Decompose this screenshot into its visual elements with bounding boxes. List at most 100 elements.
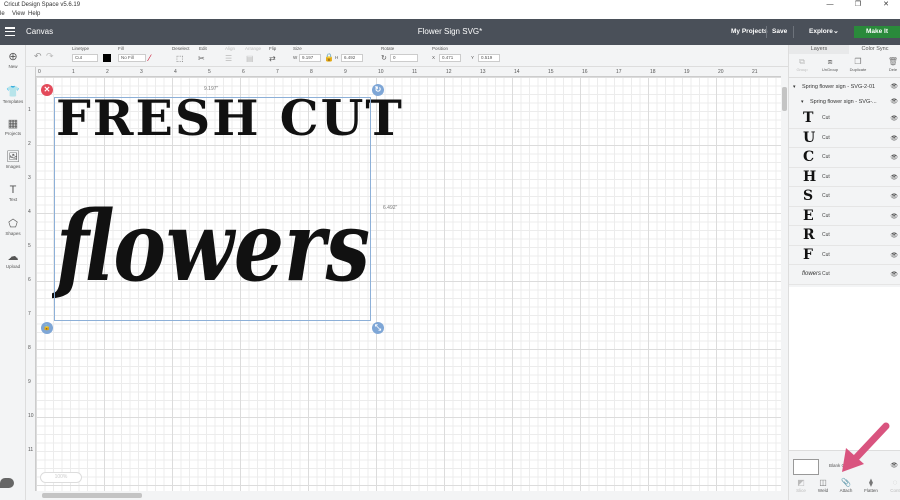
eye-icon[interactable]: 👁: [890, 213, 898, 220]
sidebar-item-images[interactable]: 🖼 Images: [0, 151, 26, 170]
fill-select[interactable]: No Fill: [118, 54, 146, 62]
lock-handle-icon[interactable]: 🔒: [41, 322, 53, 334]
explore-link[interactable]: Explore: [809, 19, 833, 45]
eye-icon[interactable]: 👁: [890, 115, 898, 122]
eye-icon[interactable]: 👁: [890, 81, 898, 94]
minimize-button[interactable]: —: [816, 0, 844, 10]
layer-row-u[interactable]: U Cut 👁: [789, 129, 900, 148]
linetype-select[interactable]: Cut: [72, 54, 98, 62]
arrange-label: Arrange: [245, 46, 262, 51]
chat-icon[interactable]: [0, 478, 14, 488]
attach-button[interactable]: 📎 Attach: [834, 477, 858, 493]
ungroup-button[interactable]: ⧈ UnGroup: [818, 56, 842, 72]
redo-icon[interactable]: ↷: [46, 51, 54, 62]
eye-icon[interactable]: 👁: [890, 232, 898, 239]
maximize-button[interactable]: ❐: [844, 0, 872, 10]
height-input[interactable]: 6.492: [341, 54, 363, 62]
align-icon[interactable]: ☰: [225, 54, 232, 63]
deselect-label: Deselect: [172, 46, 190, 51]
collapse-caret-icon[interactable]: ▾: [801, 96, 804, 109]
duplicate-button[interactable]: ❐ Duplicate: [846, 56, 870, 72]
tab-color-sync[interactable]: Color Sync: [849, 45, 900, 54]
eye-icon[interactable]: 👁: [890, 135, 898, 142]
layer-row-flowers[interactable]: flowers Cut 👁: [789, 265, 900, 285]
sidebar-item-text[interactable]: T Text: [0, 184, 26, 203]
group-button[interactable]: ⧉ Group: [790, 56, 814, 72]
linetype-color-swatch[interactable]: [103, 54, 111, 62]
y-position-input[interactable]: 0.519: [478, 54, 500, 62]
rotate-input[interactable]: 0: [390, 54, 418, 62]
vertical-scroll-thumb[interactable]: [782, 87, 787, 111]
vertical-scrollbar[interactable]: [781, 67, 788, 491]
layer-cut-label: Cut: [822, 212, 830, 219]
undo-icon[interactable]: ↶: [34, 51, 42, 62]
shapes-icon: ⬠: [8, 218, 18, 230]
chevron-down-icon[interactable]: ⌄: [833, 19, 839, 45]
layer-row-h[interactable]: H Cut 👁: [789, 168, 900, 187]
flip-icon[interactable]: ⇄: [269, 54, 276, 63]
slice-button[interactable]: ◩ Slice: [789, 477, 813, 493]
arrange-icon[interactable]: ▤: [246, 54, 254, 63]
weld-button[interactable]: ◫ Weld: [811, 477, 835, 493]
layer-row-e[interactable]: E Cut 👁: [789, 207, 900, 226]
layer-row-f[interactable]: F Cut 👁: [789, 246, 900, 265]
deselect-icon[interactable]: ⬚: [176, 54, 184, 63]
delete-handle-icon[interactable]: ✕: [41, 84, 53, 96]
my-projects-link[interactable]: My Projects: [731, 19, 768, 45]
flatten-button[interactable]: ⧫ Flatten: [859, 477, 883, 493]
width-input[interactable]: 9.197: [299, 54, 321, 62]
menu-view[interactable]: View: [12, 10, 25, 19]
layer-row-r[interactable]: R Cut 👁: [789, 226, 900, 246]
shirt-icon: 👕: [6, 86, 20, 98]
contour-button[interactable]: ◌ Cont: [883, 477, 900, 493]
horizontal-scrollbar[interactable]: [26, 491, 788, 500]
upload-cloud-icon: ☁: [7, 251, 19, 263]
collapse-caret-icon[interactable]: ▾: [793, 81, 796, 94]
layer-group-2[interactable]: ▾ Spring flower sign - SVG-... 👁: [789, 96, 900, 109]
plus-circle-icon: ⊕: [8, 51, 18, 63]
eye-icon[interactable]: 👁: [890, 193, 898, 200]
resize-handle-icon[interactable]: ⤡: [372, 322, 384, 334]
ruler-h-tick: 13: [480, 69, 486, 75]
save-link[interactable]: Save: [772, 19, 787, 45]
ruler-h-tick: 21: [752, 69, 758, 75]
ruler-v-tick: 1: [28, 107, 31, 113]
sidebar-item-shapes[interactable]: ⬠ Shapes: [0, 218, 26, 237]
scissors-icon[interactable]: ✂: [198, 54, 205, 63]
layer-row-c[interactable]: C Cut 👁: [789, 148, 900, 168]
vertical-ruler: 1 2 3 4 5 6 7 8 9 10 11: [26, 67, 36, 491]
sidebar-item-upload[interactable]: ☁ Upload: [0, 251, 26, 270]
ruler-v-tick: 11: [28, 447, 34, 453]
eye-icon[interactable]: 👁: [890, 174, 898, 181]
eye-icon[interactable]: 👁: [890, 252, 898, 259]
fill-label: Fill: [118, 46, 124, 51]
edit-label: Edit: [199, 46, 207, 51]
sidebar-item-templates[interactable]: 👕 Templates: [0, 86, 26, 105]
eye-icon[interactable]: 👁: [890, 154, 898, 161]
tab-layers[interactable]: Layers: [789, 45, 849, 54]
make-it-button[interactable]: Make It: [854, 26, 900, 38]
position-label: Position: [432, 46, 449, 51]
layer-letter-thumbnail: H: [803, 168, 817, 185]
zoom-control[interactable]: 100%: [40, 472, 82, 483]
eye-icon[interactable]: 👁: [890, 96, 898, 109]
sidebar-item-projects[interactable]: ▦ Projects: [0, 118, 26, 137]
menu-file[interactable]: le: [0, 10, 5, 19]
layer-row-s[interactable]: S Cut 👁: [789, 187, 900, 207]
x-position-input[interactable]: 0.471: [439, 54, 461, 62]
delete-button[interactable]: 🗑 Dele: [881, 56, 900, 72]
close-window-button[interactable]: ✕: [872, 0, 900, 10]
layer-row-t[interactable]: T Cut 👁: [789, 109, 900, 129]
slice-icon: ◩: [797, 478, 805, 487]
sidebar-item-new[interactable]: ⊕ New: [0, 51, 26, 70]
menu-help[interactable]: Help: [28, 10, 40, 19]
contour-icon: ◌: [892, 478, 898, 487]
ungroup-icon: ⧈: [827, 57, 833, 66]
horizontal-scroll-thumb[interactable]: [42, 493, 142, 498]
eye-icon[interactable]: 👁: [890, 271, 898, 278]
layer-tools: ⧉ Group ⧈ UnGroup ❐ Duplicate 🗑 Dele: [789, 54, 900, 78]
layer-group-1[interactable]: ▾ Spring flower sign - SVG-2-01 👁: [789, 81, 900, 94]
rotate-handle-icon[interactable]: ↻: [372, 84, 384, 96]
lock-icon[interactable]: 🔒: [324, 53, 334, 62]
blank-canvas-swatch[interactable]: [793, 459, 819, 475]
